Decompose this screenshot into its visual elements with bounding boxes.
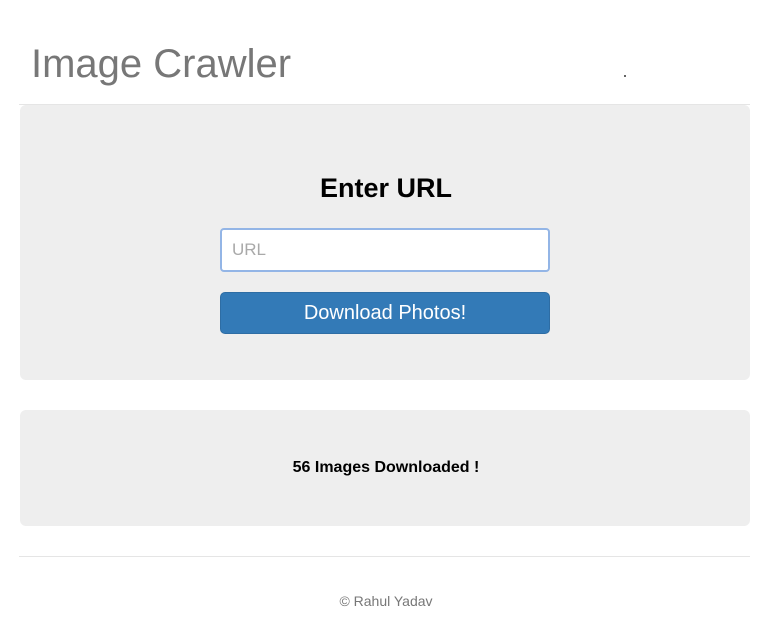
url-input[interactable] (220, 228, 550, 272)
page: Image Crawler Enter URL Download Photos!… (0, 0, 772, 627)
footer-divider (19, 556, 750, 557)
result-message: 56 Images Downloaded ! (292, 459, 480, 476)
dot-mark (624, 75, 626, 77)
app-title: Image Crawler (31, 42, 292, 86)
form-heading: Enter URL (319, 173, 452, 203)
download-photos-button[interactable]: Download Photos! (220, 292, 550, 334)
page-header: Image Crawler (0, 0, 772, 104)
footer-copyright: © Rahul Yadav (339, 593, 433, 609)
